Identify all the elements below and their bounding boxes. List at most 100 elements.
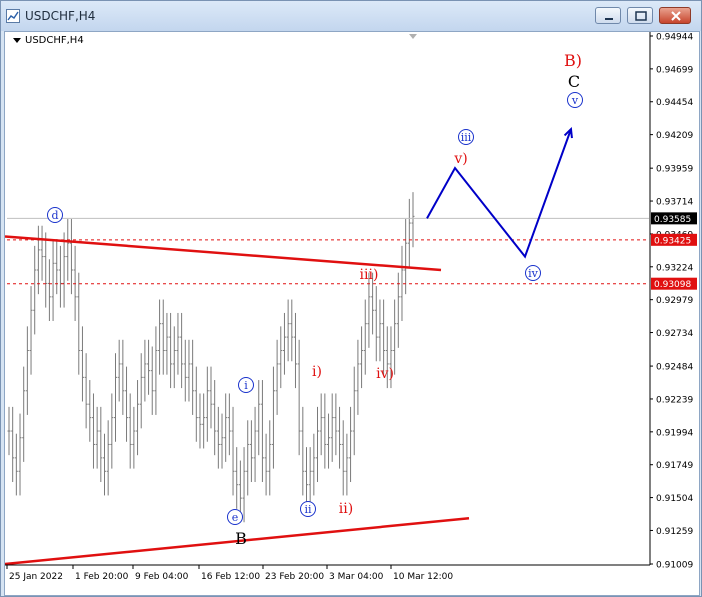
wave-label: v — [567, 92, 583, 108]
y-tick-label: 0.92239 — [656, 395, 693, 405]
wave-label-text: v — [571, 94, 579, 107]
price-bar — [286, 299, 290, 362]
wave-label: iii) — [360, 267, 379, 283]
price-bar — [216, 406, 220, 469]
price-bar — [202, 393, 206, 449]
price-bar — [253, 406, 257, 483]
wave-label: e — [227, 509, 243, 525]
price-bar — [47, 259, 51, 321]
price-bar — [91, 393, 95, 469]
price-chart[interactable]: dieBiii)ii)iii)iv)iiiv)ivvB)C 0.949440.9… — [5, 32, 699, 595]
price-bar — [316, 406, 320, 483]
price-bar — [224, 393, 228, 462]
wave-label: i — [238, 377, 254, 393]
price-bar — [301, 406, 305, 496]
chart-shift-marker-icon[interactable] — [409, 34, 417, 39]
x-tick-label: 16 Feb 12:00 — [201, 572, 260, 582]
y-tick-label: 0.91259 — [656, 527, 693, 537]
price-bar — [341, 420, 345, 496]
price-bar — [121, 339, 125, 415]
price-bar — [327, 413, 331, 469]
price-bar — [165, 312, 169, 375]
price-bar — [161, 299, 165, 375]
wave-label-text: B) — [564, 51, 582, 70]
price-bar — [249, 420, 253, 483]
price-bar — [18, 413, 22, 496]
price-bar — [231, 406, 235, 496]
y-tick-label: 0.91009 — [656, 561, 693, 571]
title-bar[interactable]: USDCHF,H4 — [1, 1, 701, 31]
y-tick-label: 0.93959 — [656, 165, 693, 175]
y-tick-label: 0.94454 — [656, 98, 693, 108]
price-bar — [66, 219, 70, 281]
price-bar — [268, 420, 272, 496]
price-bar — [382, 299, 386, 375]
price-bar — [180, 312, 184, 389]
price-bar — [363, 299, 367, 375]
price-bar — [77, 272, 81, 375]
price-bar — [334, 393, 338, 456]
wave-label-text: v) — [453, 151, 467, 167]
y-tick-label: 0.93714 — [656, 198, 693, 208]
wave-label: C — [568, 72, 580, 91]
x-tick-label: 10 Mar 12:00 — [393, 572, 453, 582]
price-bar — [55, 239, 59, 295]
price-bar — [29, 286, 33, 375]
price-bar — [58, 245, 62, 308]
wave-label: v) — [453, 151, 467, 167]
y-tick-label: 0.92734 — [656, 329, 693, 339]
price-bar — [139, 353, 143, 429]
price-bar — [106, 420, 110, 496]
y-tick-label: 0.92979 — [656, 296, 693, 306]
chart-area[interactable]: d i e Bii i) ii) iii) iv) iii v) iv v B) C 0.94944 0.9… — [4, 31, 700, 596]
price-label: 0.93098 — [654, 280, 691, 290]
price-bar — [62, 232, 66, 308]
price-bar — [25, 326, 29, 415]
price-bar — [205, 366, 209, 442]
chart-app-icon — [6, 9, 20, 23]
price-bar — [404, 219, 408, 295]
minimize-button[interactable] — [595, 7, 621, 24]
maximize-button[interactable] — [627, 7, 653, 24]
price-bar — [176, 312, 180, 375]
price-bar — [352, 366, 356, 456]
price-bar — [128, 393, 132, 469]
price-bar — [235, 447, 239, 509]
wave-label: d — [47, 207, 63, 223]
y-tick-label: 0.94699 — [656, 65, 693, 75]
y-tick-label: 0.93224 — [656, 263, 693, 273]
price-bar — [136, 380, 140, 456]
symbol-label[interactable]: USDCHF,H4 — [13, 35, 84, 46]
maximize-icon — [635, 11, 647, 21]
price-bar — [14, 433, 18, 496]
price-bar — [40, 225, 44, 281]
symbol-dropdown-icon — [13, 37, 21, 43]
close-icon — [671, 11, 681, 21]
price-bar — [84, 353, 88, 429]
price-bar — [257, 380, 261, 456]
minimize-icon — [605, 18, 613, 20]
price-label: 0.93425 — [654, 236, 691, 246]
price-label: 0.93585 — [654, 215, 691, 225]
y-tick-label: 0.94209 — [656, 131, 693, 141]
price-bar — [183, 339, 187, 402]
x-tick-label: 23 Feb 20:00 — [265, 572, 324, 582]
x-tick-label: 3 Mar 04:00 — [329, 572, 384, 582]
price-bar — [51, 239, 55, 321]
wave-label: ii) — [339, 501, 353, 517]
price-bar — [194, 366, 198, 442]
price-bar — [360, 326, 364, 389]
symbol-text: USDCHF,H4 — [25, 35, 84, 46]
wave-label-text: e — [232, 511, 239, 524]
wave-projection-path[interactable] — [426, 128, 572, 259]
price-bar — [293, 312, 297, 389]
price-bar — [349, 406, 353, 483]
price-bar — [304, 447, 308, 509]
wave-label-text: C — [568, 72, 580, 91]
y-tick-label: 0.94944 — [656, 33, 693, 43]
upper-trendline[interactable] — [5, 235, 442, 272]
x-tick-label: 1 Feb 20:00 — [75, 572, 129, 582]
close-button[interactable] — [659, 7, 691, 24]
price-bar — [378, 299, 382, 362]
wave-label: ii — [300, 501, 316, 517]
